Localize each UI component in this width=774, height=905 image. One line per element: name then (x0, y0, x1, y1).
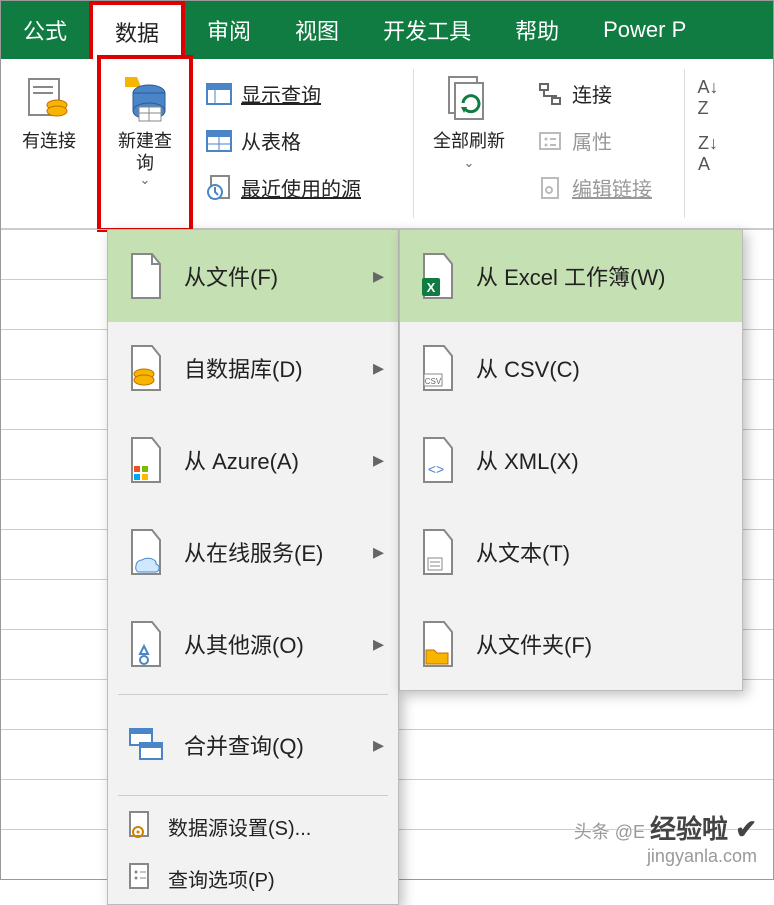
svg-text:X: X (427, 280, 436, 295)
tab-help[interactable]: 帮助 (493, 1, 581, 59)
menu-datasource-settings[interactable]: 数据源设置(S)... (108, 800, 398, 852)
chevron-down-icon: ⌄ (464, 155, 475, 171)
btn-new-query[interactable]: 新建查 询 ⌄ (97, 55, 193, 232)
btn-edit-links: 编辑链接 (536, 173, 652, 202)
btn-refresh-all[interactable]: 全部刷新 ⌄ (414, 59, 524, 228)
menu-from-excel-workbook[interactable]: X 从 Excel 工作簿(W) (400, 230, 742, 322)
azure-icon (126, 436, 166, 484)
sort-asc-icon[interactable]: A↓Z (697, 77, 718, 119)
show-queries-icon (205, 80, 233, 108)
query-group: 显示查询 从表格 最近使用的源 (193, 59, 413, 228)
svg-text:<>: <> (428, 461, 444, 477)
datasource-settings-icon (126, 810, 154, 842)
other-sources-icon (126, 620, 166, 668)
tab-formula[interactable]: 公式 (1, 1, 89, 59)
menu-from-text[interactable]: 从文本(T) (400, 506, 742, 598)
refresh-all-icon (443, 73, 495, 125)
existing-connections-icon (23, 73, 75, 125)
menu-query-options[interactable]: 查询选项(P) (108, 852, 398, 904)
sort-desc-icon[interactable]: Z↓A (698, 133, 718, 175)
menu-from-csv[interactable]: CSV 从 CSV(C) (400, 322, 742, 414)
btn-properties: 属性 (536, 126, 652, 155)
svg-text:CSV: CSV (425, 377, 442, 386)
menu-from-other[interactable]: 从其他源(O) ▸ (108, 598, 398, 690)
btn-show-queries[interactable]: 显示查询 (205, 79, 361, 108)
chevron-right-icon: ▸ (373, 355, 384, 381)
tab-review[interactable]: 审阅 (185, 1, 273, 59)
watermark: 头条 @E 经验啦 ✔ jingyanla.com (574, 809, 757, 867)
chevron-down-icon: ⌄ (140, 172, 151, 188)
menu-from-folder[interactable]: 从文件夹(F) (400, 598, 742, 690)
btn-existing-connections[interactable]: 有连接 (1, 59, 97, 228)
menu-from-online[interactable]: 从在线服务(E) ▸ (108, 506, 398, 598)
database-icon (126, 344, 166, 392)
ribbon-tabs: 公式 数据 审阅 视图 开发工具 帮助 Power P (1, 1, 773, 59)
edit-links-icon (536, 174, 564, 202)
recent-sources-icon (205, 174, 233, 202)
new-query-icon (119, 73, 171, 125)
from-file-submenu: X 从 Excel 工作簿(W) CSV 从 CSV(C) <> 从 XML(X… (399, 229, 743, 691)
refresh-all-label: 全部刷新 (433, 131, 505, 153)
ribbon-toolbar: 有连接 新建查 询 ⌄ 显示查询 (1, 59, 773, 229)
btn-recent-sources[interactable]: 最近使用的源 (205, 173, 361, 202)
new-query-menu: 从文件(F) ▸ 自数据库(D) ▸ 从 Azure(A) ▸ 从在线服务(E)… (107, 229, 399, 905)
chevron-right-icon: ▸ (373, 447, 384, 473)
existing-connections-label: 有连接 (22, 131, 76, 153)
menu-from-azure[interactable]: 从 Azure(A) ▸ (108, 414, 398, 506)
menu-from-xml[interactable]: <> 从 XML(X) (400, 414, 742, 506)
chevron-right-icon: ▸ (373, 263, 384, 289)
chevron-right-icon: ▸ (373, 539, 384, 565)
from-table-icon (205, 127, 233, 155)
file-icon (126, 252, 166, 300)
excel-workbook-icon: X (418, 252, 458, 300)
merge-queries-icon (126, 721, 166, 769)
text-file-icon (418, 528, 458, 576)
menu-from-database[interactable]: 自数据库(D) ▸ (108, 322, 398, 414)
btn-connections[interactable]: 连接 (536, 79, 652, 108)
csv-icon: CSV (418, 344, 458, 392)
tab-view[interactable]: 视图 (273, 1, 361, 59)
menu-merge-queries[interactable]: 合并查询(Q) ▸ (108, 699, 398, 791)
connections-group: 连接 属性 编辑链接 (524, 59, 684, 228)
query-options-icon (126, 862, 154, 894)
btn-from-table[interactable]: 从表格 (205, 126, 361, 155)
sort-group[interactable]: A↓Z Z↓A (685, 59, 731, 228)
chevron-right-icon: ▸ (373, 732, 384, 758)
xml-icon: <> (418, 436, 458, 484)
tab-dev[interactable]: 开发工具 (361, 1, 493, 59)
menu-from-file[interactable]: 从文件(F) ▸ (108, 230, 398, 322)
online-services-icon (126, 528, 166, 576)
folder-icon (418, 620, 458, 668)
new-query-label: 新建查 询 (118, 131, 172, 174)
chevron-right-icon: ▸ (373, 631, 384, 657)
connections-icon (536, 80, 564, 108)
tab-powerp[interactable]: Power P (581, 1, 708, 59)
tab-data[interactable]: 数据 (89, 1, 185, 59)
properties-icon (536, 127, 564, 155)
